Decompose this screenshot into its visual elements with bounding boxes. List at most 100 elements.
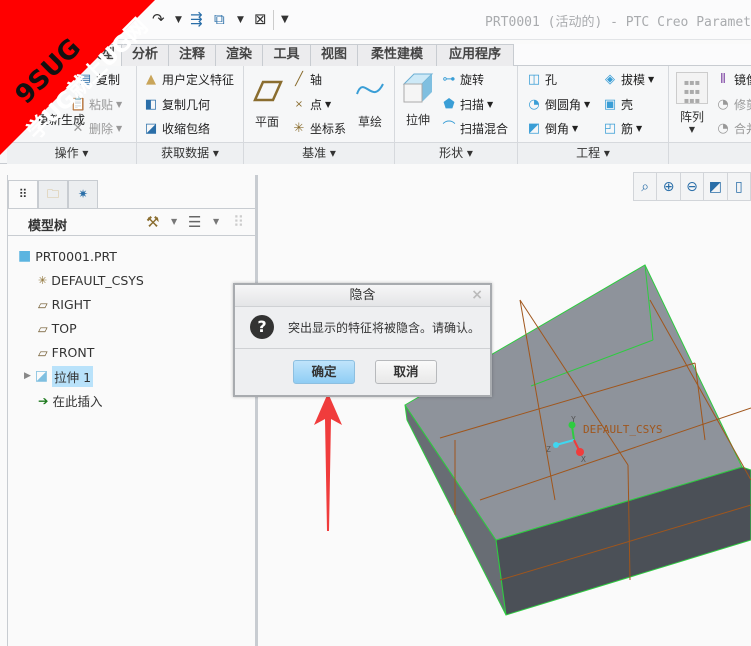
round-button[interactable]: ◔ 倒圆角 ▼: [526, 96, 590, 113]
favorites-icon: ✷: [77, 187, 89, 201]
mirror-icon: ⫴: [720, 71, 726, 87]
redo-dropdown-icon[interactable]: ▼: [175, 15, 182, 25]
shell-label: 壳: [621, 98, 634, 112]
show-list-icon[interactable]: ☰: [188, 213, 201, 231]
shell-button[interactable]: ▣ 壳: [602, 96, 633, 113]
datum-label: 基准: [302, 146, 327, 160]
trim-button[interactable]: ◔ 修剪: [715, 96, 751, 113]
hole-button[interactable]: ◫ 孔: [526, 71, 557, 88]
windows-dropdown-icon[interactable]: ▼: [237, 15, 244, 25]
tree-item-extrude[interactable]: ▶ ◪ 拉伸 1: [24, 365, 94, 387]
mirror-label: 镜像: [734, 73, 751, 87]
tab-folder-browser[interactable]: 🗀: [38, 180, 68, 208]
tree-item-label: DEFAULT_CSYS: [51, 272, 144, 288]
tree-item-label: TOP: [51, 320, 77, 336]
editing-group-label: [669, 142, 751, 164]
shell-icon: ▣: [603, 96, 617, 112]
customize-toolbar-icon[interactable]: ▼: [281, 14, 289, 25]
pattern-icon: ▪▪▪ ▪▪▪ ▪▪▪: [676, 72, 708, 105]
tree-item-right[interactable]: ▱ RIGHT: [38, 293, 91, 315]
csys-icon: ✳: [293, 120, 305, 136]
tab-tools[interactable]: 工具: [262, 44, 311, 66]
draft-button[interactable]: ◈ 拔模 ▼: [602, 71, 654, 88]
settings-dropdown-icon[interactable]: ▼: [171, 217, 177, 226]
refit-icon[interactable]: ⌕: [634, 173, 658, 200]
tree-filter-icon[interactable]: ⠿: [233, 213, 244, 231]
annotation-arrow-icon: [314, 393, 342, 531]
plane-button[interactable]: 平面: [250, 74, 284, 130]
group-datum: 平面 ╱ 轴 × 点 ▼ ✳ 坐标系 草绘 基准 ▾: [244, 66, 395, 164]
merge-button[interactable]: ◔ 合并: [715, 120, 751, 137]
hole-label: 孔: [545, 73, 558, 87]
extrude-label: 拉伸: [405, 113, 430, 127]
pattern-button[interactable]: ▪▪▪ ▪▪▪ ▪▪▪ 阵列 ▼: [675, 72, 709, 134]
merge-icon: ◔: [717, 120, 729, 136]
chamfer-icon: ◩: [527, 120, 541, 136]
csys-button[interactable]: ✳ 坐标系: [291, 120, 346, 137]
rib-icon: ◰: [603, 120, 617, 136]
datum-plane-icon: ▱: [38, 320, 48, 336]
windows-icon[interactable]: ⧉: [214, 10, 225, 28]
tab-view[interactable]: 视图: [310, 44, 358, 66]
saved-orientations-icon[interactable]: ▯: [728, 173, 751, 200]
regenerate-icon[interactable]: ⇶: [190, 10, 203, 28]
zoom-out-icon[interactable]: ⊖: [681, 173, 705, 200]
datum-group-label[interactable]: 基准 ▾: [244, 142, 394, 164]
extrude-button[interactable]: 拉伸: [401, 72, 435, 128]
tree-item-part[interactable]: ■ PRT0001.PRT: [18, 245, 117, 267]
axis-button[interactable]: ╱ 轴: [291, 71, 322, 88]
watermark-logo: 9SUG 学UG就上UG网: [0, 0, 155, 155]
point-label: 点: [310, 98, 323, 112]
group-engineering: ◫ 孔 ◔ 倒圆角 ▼ ◩ 倒角 ▼ ◈ 拔模 ▼ ▣ 壳 ◰ 筋 ▼ 工程 ▾: [518, 66, 669, 164]
pattern-label: 阵列: [679, 110, 704, 124]
dialog-title: 隐含: [235, 285, 490, 307]
tab-annotate[interactable]: 注释: [168, 44, 216, 66]
tab-render[interactable]: 渲染: [215, 44, 263, 66]
draft-icon: ◈: [605, 71, 615, 87]
cancel-button[interactable]: 取消: [375, 360, 437, 384]
tab-model-tree[interactable]: ⠿: [8, 180, 38, 209]
round-icon: ◔: [528, 96, 540, 112]
point-button[interactable]: × 点 ▼: [291, 96, 331, 113]
group-shapes: 拉伸 ⊶ 旋转 ⬟ 扫描 ▼ ⌒ 扫描混合 形状 ▾: [395, 66, 518, 164]
sweep-button[interactable]: ⬟ 扫描 ▼: [441, 96, 493, 113]
sketch-button[interactable]: 草绘: [354, 74, 386, 130]
show-dropdown-icon[interactable]: ▼: [213, 217, 219, 226]
merge-label: 合并: [734, 122, 751, 136]
sketch-label: 草绘: [357, 115, 382, 129]
swept-blend-label: 扫描混合: [460, 122, 509, 136]
ok-button[interactable]: 确定: [293, 360, 355, 384]
tree-item-front[interactable]: ▱ FRONT: [38, 341, 94, 363]
tree-item-top[interactable]: ▱ TOP: [38, 317, 77, 339]
expand-arrow-icon[interactable]: ▶: [24, 371, 31, 381]
settings-tools-icon[interactable]: ⚒: [146, 213, 159, 231]
close-icon[interactable]: ×: [471, 287, 483, 303]
repaint-icon[interactable]: ◩: [704, 173, 728, 200]
tree-item-insert-here[interactable]: ➔ 在此插入: [38, 389, 103, 411]
shrinkwrap-label: 收缩包络: [162, 122, 211, 136]
divider: [273, 10, 274, 30]
divider: [235, 348, 490, 349]
rib-button[interactable]: ◰ 筋 ▼: [602, 120, 642, 137]
tab-favorites[interactable]: ✷: [68, 180, 98, 208]
tree-item-csys[interactable]: ✳ DEFAULT_CSYS: [38, 269, 144, 291]
suppress-dialog: 隐含 × ? 突出显示的特征将被隐含。请确认。 确定 取消: [233, 283, 492, 397]
part-icon: ■: [18, 248, 32, 264]
shapes-group-label[interactable]: 形状 ▾: [395, 142, 517, 164]
mirror-button[interactable]: ⫴ 镜像: [715, 71, 751, 88]
close-window-icon[interactable]: ⊠: [254, 10, 267, 28]
sketch-icon: [356, 83, 384, 95]
chamfer-button[interactable]: ◩ 倒角 ▼: [526, 120, 578, 137]
datum-plane-icon: ▱: [38, 296, 48, 312]
tab-applications[interactable]: 应用程序: [436, 44, 514, 66]
engineering-group-label[interactable]: 工程 ▾: [518, 142, 668, 164]
udf-label: 用户定义特征: [162, 73, 235, 87]
hole-icon: ◫: [527, 71, 541, 87]
revolve-button[interactable]: ⊶ 旋转: [441, 71, 485, 88]
zoom-in-icon[interactable]: ⊕: [657, 173, 681, 200]
tree-item-label: RIGHT: [51, 296, 91, 312]
tab-flexible-modeling[interactable]: 柔性建模: [357, 44, 437, 66]
chamfer-label: 倒角: [545, 122, 570, 136]
swept-blend-button[interactable]: ⌒ 扫描混合: [441, 120, 508, 137]
datum-plane-icon: ▱: [38, 344, 48, 360]
